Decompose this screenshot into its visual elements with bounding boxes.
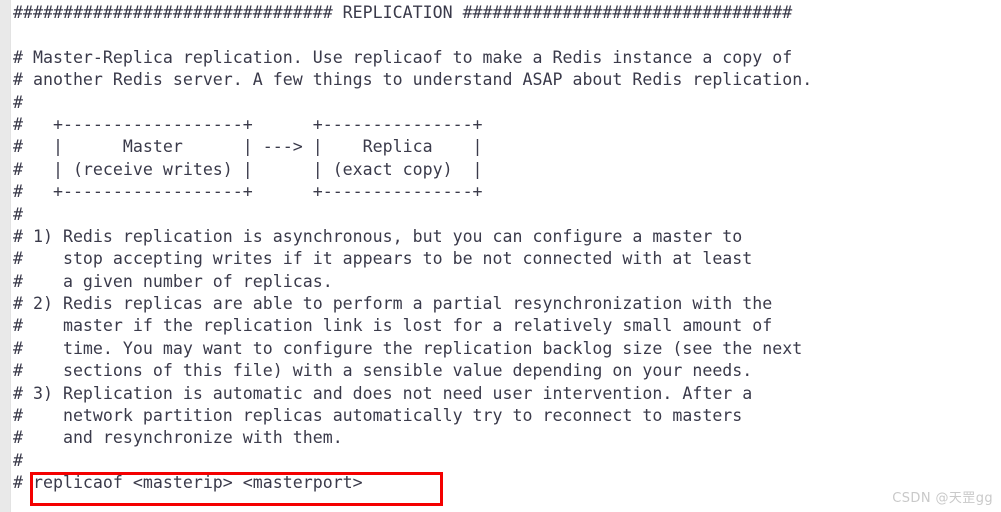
code-area[interactable]: ################################ REPLICA…: [12, 0, 1001, 512]
code-line: #: [13, 450, 23, 470]
code-line-replicaof-directive: # replicaof <masterip> <masterport>: [13, 473, 363, 493]
code-line: # another Redis server. A few things to …: [13, 70, 813, 90]
code-line: # time. You may want to configure the re…: [13, 338, 803, 358]
code-line: # stop accepting writes if it appears to…: [13, 249, 753, 269]
code-line: # sections of this file) with a sensible…: [13, 361, 753, 381]
code-line-diagram-titles: # | Master | ---> | Replica |: [13, 137, 483, 157]
code-line: # network partition replicas automatical…: [13, 406, 743, 426]
csdn-watermark: CSDN @天罡gg: [892, 491, 993, 506]
code-line: # and resynchronize with them.: [13, 428, 343, 448]
code-line-note-3: # 3) Replication is automatic and does n…: [13, 383, 753, 403]
screenshot-root: ################################ REPLICA…: [0, 0, 1001, 512]
code-line: ################################ REPLICA…: [13, 3, 793, 22]
editor-gutter: [0, 0, 11, 512]
code-line-diagram-subtitles: # | (receive writes) | | (exact copy) |: [13, 159, 483, 179]
config-file-text[interactable]: ################################ REPLICA…: [12, 0, 1001, 495]
code-line: # master if the replication link is lost…: [13, 316, 773, 336]
code-line-diagram-top-border: # +------------------+ +---------------+: [13, 114, 483, 134]
code-line-note-2: # 2) Redis replicas are able to perform …: [13, 294, 773, 314]
code-line-note-1: # 1) Redis replication is asynchronous, …: [13, 226, 743, 246]
code-line: # Master-Replica replication. Use replic…: [13, 47, 793, 67]
code-line: # a given number of replicas.: [13, 271, 333, 291]
code-line: #: [13, 204, 23, 224]
code-line: #: [13, 92, 23, 112]
code-line-diagram-bottom-border: # +------------------+ +---------------+: [13, 182, 483, 202]
